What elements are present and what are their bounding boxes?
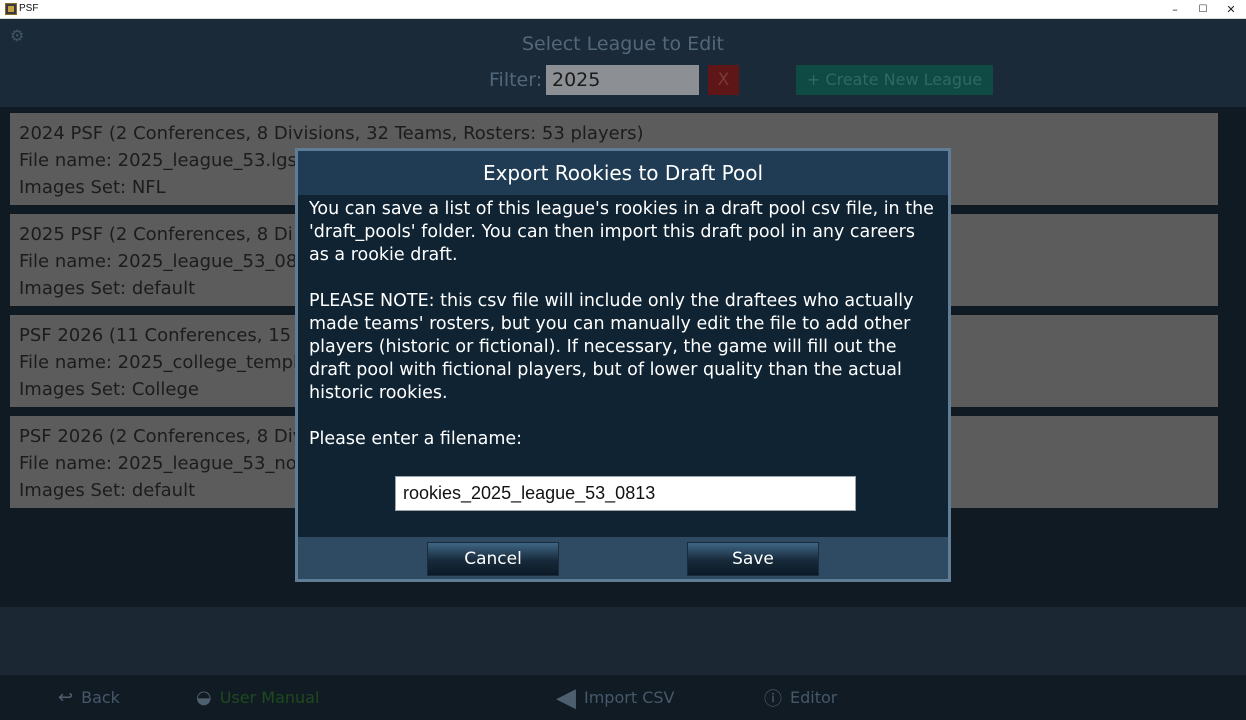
create-new-league-button[interactable]: + Create New League	[796, 65, 993, 95]
filter-input[interactable]	[546, 65, 699, 95]
league-description: 2024 PSF (2 Conferences, 8 Divisions, 32…	[19, 123, 644, 144]
hat-icon: ◒	[196, 687, 212, 708]
import-csv-button[interactable]: ◀ Import CSV	[556, 675, 674, 720]
dialog-note: PLEASE NOTE: this csv file will include …	[309, 291, 914, 403]
export-rookies-dialog: Export Rookies to Draft Pool You can sav…	[295, 148, 951, 582]
user-manual-label: User Manual	[219, 688, 320, 707]
window-titlebar: PSF – ☐ ✕	[0, 0, 1246, 19]
filename-input[interactable]	[395, 476, 856, 511]
dialog-description: You can save a list of this league's roo…	[309, 199, 934, 265]
filter-label: Filter:	[489, 69, 543, 91]
import-csv-label: Import CSV	[584, 688, 675, 707]
editor-label: Editor	[790, 688, 838, 707]
back-button[interactable]: ↩ Back	[58, 675, 120, 720]
info-icon: ⓘ	[764, 688, 782, 710]
window-title: PSF	[19, 3, 39, 14]
back-label: Back	[81, 688, 120, 707]
dialog-footer: Cancel Save	[298, 537, 948, 579]
close-window-button[interactable]: ✕	[1217, 0, 1245, 19]
save-button[interactable]: Save	[687, 542, 819, 576]
user-manual-button[interactable]: ◒ User Manual	[196, 675, 319, 720]
minimize-button[interactable]: –	[1161, 0, 1189, 19]
filename-prompt: Please enter a filename:	[309, 429, 523, 449]
cancel-button[interactable]: Cancel	[427, 542, 559, 576]
back-arrow-icon: ↩	[58, 687, 74, 708]
header: ⚙ Select League to Edit Filter: X + Crea…	[0, 19, 1246, 107]
page-title: Select League to Edit	[522, 33, 724, 55]
editor-button[interactable]: ⓘ Editor	[764, 675, 837, 720]
left-arrow-icon: ◀	[556, 682, 576, 713]
maximize-button[interactable]: ☐	[1189, 0, 1217, 19]
dialog-body: You can save a list of this league's roo…	[298, 195, 948, 451]
dialog-title: Export Rookies to Draft Pool	[298, 151, 948, 195]
bottom-nav: ↩ Back ◒ User Manual ◀ Import CSV ⓘ Edit…	[0, 675, 1246, 720]
clear-filter-button[interactable]: X	[708, 65, 739, 95]
app-icon	[5, 3, 17, 15]
